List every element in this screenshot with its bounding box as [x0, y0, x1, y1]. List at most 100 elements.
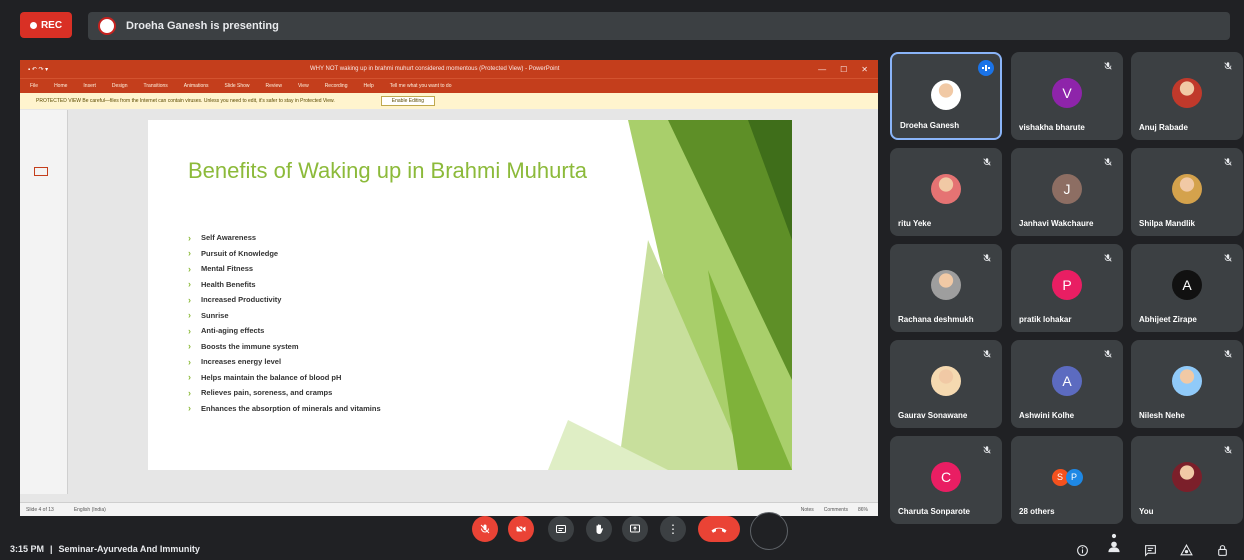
participant-tile[interactable]: Ppratik lohakar [1011, 244, 1123, 332]
mic-off-icon [980, 443, 994, 457]
mic-off-icon [1101, 347, 1115, 361]
participant-tile[interactable]: A Abhijeet Zirape [1131, 244, 1243, 332]
participant-tile[interactable]: Droeha Ganesh [890, 52, 1002, 140]
participant-tile[interactable]: A Ashwini Kolhe [1011, 340, 1123, 428]
meeting-time: 3:15 PM [10, 544, 45, 554]
bullet-item: Self Awareness [188, 230, 381, 246]
presenter-avatar [98, 17, 116, 35]
people-icon [1108, 533, 1120, 553]
close-icon: ✕ [861, 64, 868, 74]
ribbon-tab: Transitions [143, 83, 168, 89]
slide-bullet-list: Self Awareness Pursuit of Knowledge Ment… [188, 230, 381, 416]
participant-name: vishakha bharute [1019, 123, 1085, 132]
ppt-ribbon-tabs: File Home Insert Design Transitions Anim… [20, 78, 878, 93]
participant-avatar [931, 366, 961, 396]
activities-icon [1179, 543, 1193, 555]
bullet-item: Helps maintain the balance of blood pH [188, 370, 381, 386]
participant-avatar: SP [1050, 462, 1084, 492]
participant-tile[interactable]: S P 28 others [1011, 436, 1123, 524]
chat-button[interactable] [1140, 540, 1160, 560]
bullet-item: Anti-aging effects [188, 323, 381, 339]
participant-name: Ashwini Kolhe [1019, 411, 1075, 420]
avatar-initial: A [1182, 277, 1192, 293]
zoom-level: 86% [857, 506, 868, 513]
ribbon-tab: Design [111, 83, 128, 89]
participant-tile[interactable]: Shilpa Mandlik [1131, 148, 1243, 236]
slide-thumbnail-pane [20, 110, 68, 494]
participant-avatar [931, 80, 961, 110]
avatar-initial: V [1062, 85, 1072, 101]
bullet-item: Health Benefits [188, 277, 381, 293]
people-button[interactable] [1104, 533, 1124, 553]
ribbon-tab: File [30, 83, 39, 89]
mic-off-icon [980, 347, 994, 361]
activities-button[interactable] [1176, 540, 1196, 560]
participant-name: You [1139, 507, 1154, 516]
avatar-initial: J [1063, 181, 1071, 197]
comments-button: Comments [823, 506, 848, 513]
presenting-banner[interactable]: Droeha Ganesh is presenting [88, 12, 1230, 40]
participant-avatar [1172, 78, 1202, 108]
participant-tile[interactable]: Rachana deshmukh [890, 244, 1002, 332]
present-button[interactable] [622, 516, 648, 542]
slide-canvas: Benefits of Waking up in Brahmi Muhurta … [148, 120, 792, 470]
participant-name: 28 others [1019, 507, 1055, 516]
participant-tile[interactable]: C Charuta Sonparote [890, 436, 1002, 524]
participant-tile[interactable]: Anuj Rabade [1131, 52, 1243, 140]
participant-tile[interactable]: You [1131, 436, 1243, 524]
participant-avatar: V [1052, 78, 1082, 108]
mic-off-icon [480, 524, 490, 534]
top-bar: REC Droeha Ganesh is presenting [0, 0, 1244, 50]
participant-avatar: A [1052, 366, 1082, 396]
camera-toggle-button[interactable] [508, 516, 534, 542]
bullet-item: Increases energy level [188, 354, 381, 370]
participant-tile[interactable]: Gaurav Sonawane [890, 340, 1002, 428]
raise-hand-icon [596, 524, 603, 534]
participant-tile[interactable]: Vvishakha bharute [1011, 52, 1123, 140]
participant-avatar [1172, 462, 1202, 492]
participant-avatar [1172, 174, 1202, 204]
end-call-button[interactable] [698, 516, 740, 542]
bullet-item: Enhances the absorption of minerals and … [188, 401, 381, 417]
participant-name: Janhavi Wakchaure [1019, 219, 1094, 228]
participant-name: ritu Yeke [898, 219, 932, 228]
group-avatar-b: P [1065, 468, 1083, 486]
slide-counter: Slide 4 of 13 [26, 506, 54, 513]
ribbon-tab: Animations [183, 83, 209, 89]
bullet-item: Sunrise [188, 308, 381, 324]
participant-tile[interactable]: ritu Yeke [890, 148, 1002, 236]
ribbon-tab: Recording [324, 83, 348, 89]
bullet-item: Boosts the immune system [188, 339, 381, 355]
raise-hand-button[interactable] [586, 516, 612, 542]
participant-name: Gaurav Sonawane [898, 411, 968, 420]
status-right-group: Notes Comments 86% [801, 507, 868, 513]
participant-name: Droeha Ganesh [900, 121, 960, 130]
meeting-details-button[interactable] [1072, 540, 1092, 560]
mic-off-icon [980, 155, 994, 169]
end-call-icon [711, 527, 727, 533]
protected-view-bar: PROTECTED VIEW Be careful—files from the… [20, 93, 878, 109]
avatar-initial: A [1062, 373, 1072, 389]
participant-avatar: P [1052, 270, 1082, 300]
participant-name: pratik lohakar [1019, 315, 1072, 324]
mic-off-icon [1221, 251, 1235, 265]
bullet-item: Relieves pain, soreness, and cramps [188, 385, 381, 401]
host-controls-button[interactable] [1212, 540, 1232, 560]
enable-editing-button: Enable Editing [380, 96, 436, 106]
mic-off-icon [1101, 59, 1115, 73]
captions-button[interactable] [548, 516, 574, 542]
participant-tile[interactable]: Nilesh Nehe [1131, 340, 1243, 428]
mic-toggle-button[interactable] [472, 516, 498, 542]
extra-control-button[interactable] [750, 512, 788, 550]
participant-avatar [1172, 366, 1202, 396]
ribbon-tab: Slide Show [224, 83, 250, 89]
meeting-info: 3:15 PM | Seminar-Ayurveda And Immunity [10, 544, 200, 554]
more-options-button[interactable]: ⋮ [660, 516, 686, 542]
participant-name: Shilpa Mandlik [1139, 219, 1196, 228]
participant-avatar [931, 174, 961, 204]
participant-tile[interactable]: J Janhavi Wakchaure [1011, 148, 1123, 236]
mic-off-icon [980, 251, 994, 265]
ribbon-tab: Insert [83, 83, 96, 89]
ribbon-tab: Help [363, 83, 374, 89]
shared-screen[interactable]: ▪ ↶ ↷ ▾ WHY NOT waking up in brahmi muhu… [20, 60, 878, 516]
